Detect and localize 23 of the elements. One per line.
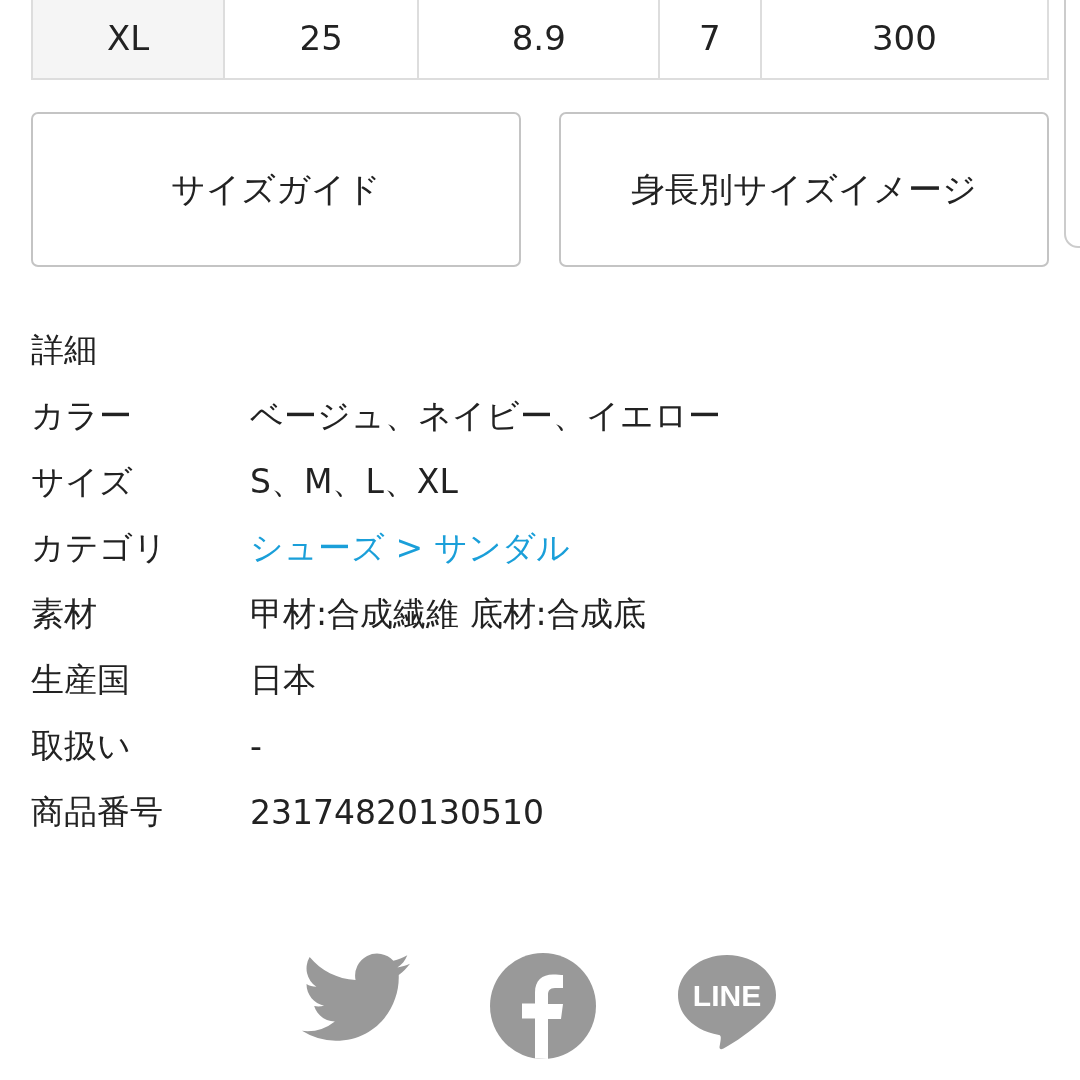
bird-icon[interactable] [302, 953, 410, 1043]
detail-label: 素材 [31, 592, 98, 635]
detail-value: 甲材:合成繊維 底材:合成底 [250, 592, 646, 635]
section-heading: 詳細 [31, 330, 97, 369]
size-button[interactable]: 身長別サイズイメージ [559, 112, 1049, 267]
facebook-icon[interactable] [490, 953, 596, 1059]
detail-label: 取扱い [31, 724, 132, 767]
detail-value: S、M、L、XL [250, 460, 458, 503]
detail-label: 生産国 [31, 658, 131, 701]
table-cell: XL [32, 0, 224, 79]
detail-label: カテゴリ [31, 526, 168, 569]
table-cell: 300 [760, 0, 1048, 79]
detail-label: カラー [31, 394, 133, 437]
detail-value: - [250, 726, 262, 766]
detail-value: ベージュ、ネイビー、イエロー [250, 394, 721, 437]
table-cell: 25 [224, 0, 419, 79]
detail-value: 日本 [250, 658, 316, 701]
detail-value: 23174820130510 [250, 792, 544, 832]
table-cell: 8.9 [418, 0, 660, 79]
table-cell: 7 [659, 0, 761, 79]
detail-label: 商品番号 [31, 790, 164, 833]
size-button[interactable]: サイズガイド [31, 112, 521, 267]
detail-label: サイズ [31, 460, 134, 503]
